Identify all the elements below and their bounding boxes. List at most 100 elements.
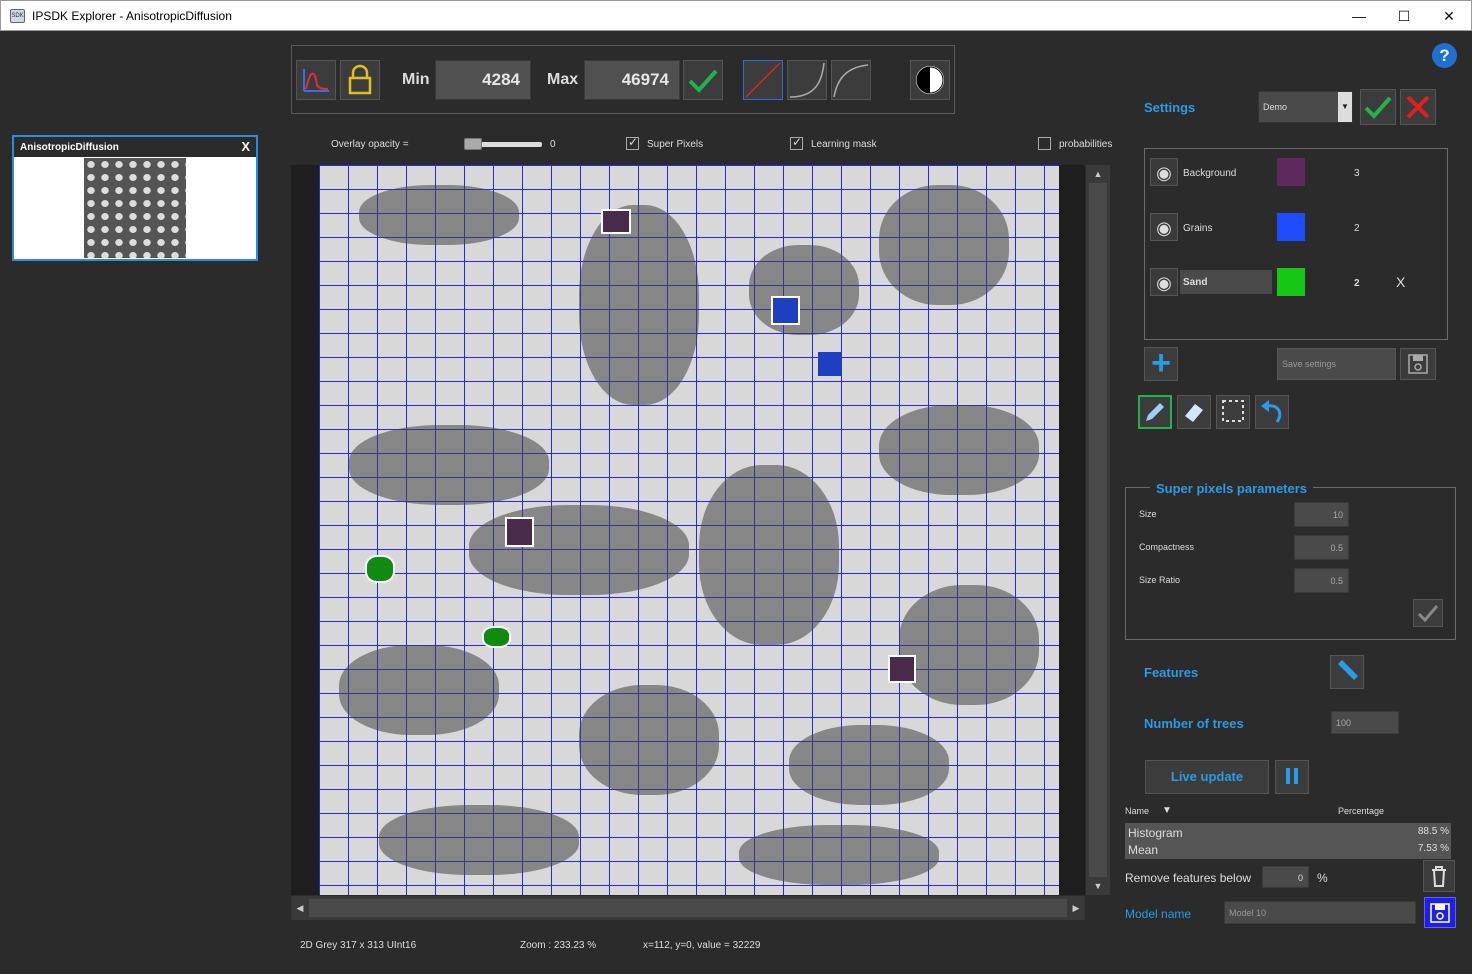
class-color-swatch[interactable] [1277,158,1305,186]
linear-curve-button[interactable] [743,60,783,100]
live-update-button[interactable]: Live update [1145,760,1269,794]
log-curve-button[interactable] [831,60,871,100]
check-icon [688,69,718,93]
eye-icon[interactable]: ◉ [1150,213,1178,241]
model-name-label: Model name [1125,907,1192,921]
settings-preset-value: Demo [1263,102,1288,112]
image-info: 2D Grey 317 x 313 UInt16 [300,940,417,951]
overlay-opacity-label: Overlay opacity = [331,139,409,150]
max-label: Max [547,71,579,88]
selection-icon [1222,400,1244,422]
scroll-right-arrow[interactable]: ▶ [1069,901,1083,915]
image-thumbnail[interactable]: AnisotropicDiffusion X [12,135,258,261]
invert-button[interactable] [910,60,950,100]
lock-button[interactable] [340,60,380,100]
maximize-button[interactable]: ☐ [1381,1,1427,31]
save-settings-button[interactable] [1400,348,1436,380]
scroll-down-arrow[interactable]: ▼ [1091,879,1105,893]
probabilities-checkbox[interactable] [1038,137,1051,150]
contrast-icon [916,66,944,94]
close-window-button[interactable]: ✕ [1426,1,1472,31]
superpixels-title: Super pixels parameters [1150,481,1314,496]
save-icon [1430,903,1450,923]
settings-apply-button[interactable] [1360,89,1396,125]
scroll-up-arrow[interactable]: ▲ [1091,167,1105,181]
pencil-tool-button[interactable] [1138,395,1172,429]
compactness-field[interactable]: 0.5 [1294,535,1349,560]
superpixel-image[interactable] [319,165,1059,895]
exp-curve-icon [789,62,825,98]
vertical-scrollbar[interactable]: ▲ ▼ [1086,165,1110,895]
minimize-button[interactable]: — [1336,1,1382,31]
save-icon [1408,354,1428,374]
eraser-tool-button[interactable] [1177,395,1211,429]
log-curve-icon [833,64,869,98]
background-mark [888,655,916,683]
class-count: 3 [1354,168,1360,179]
super-pixels-checkbox[interactable] [626,135,639,150]
min-field[interactable]: 4284 [435,60,531,100]
save-model-button[interactable] [1424,897,1456,928]
size-label: Size [1139,509,1157,519]
size-ratio-field[interactable]: 0.5 [1294,568,1349,593]
settings-label: Settings [1144,100,1196,115]
brush-icon [1338,660,1358,680]
settings-preset-select[interactable]: Demo ▼ [1258,91,1353,123]
add-class-button[interactable]: + [1144,344,1178,382]
delete-class-button[interactable]: X [1396,274,1405,290]
pause-icon [1286,768,1298,784]
help-icon[interactable]: ? [1432,43,1457,68]
horizontal-scrollbar[interactable]: ◀ ▶ [291,896,1085,920]
probabilities-label: probabilities [1059,139,1113,150]
trees-field[interactable]: 100 [1331,711,1399,734]
pause-button[interactable] [1275,760,1309,794]
eye-icon[interactable]: ◉ [1150,268,1178,296]
size-field[interactable]: 10 [1294,502,1349,527]
plus-icon: + [1151,344,1171,382]
background-mark [601,209,631,234]
list-item-pct: 88.5 % [1417,826,1449,837]
class-name: Grains [1183,223,1213,234]
chevron-down-icon[interactable]: ▼ [1338,92,1352,122]
histogram-button[interactable] [296,60,336,100]
save-settings-field[interactable]: Save settings [1277,348,1396,380]
scroll-left-arrow[interactable]: ◀ [293,901,307,915]
window-title: IPSDK Explorer - AnisotropicDiffusion [32,9,232,23]
check-icon [1364,96,1392,119]
name-column-header[interactable]: Name [1125,806,1149,816]
settings-cancel-button[interactable] [1400,89,1436,125]
background-mark [505,517,534,547]
undo-icon [1261,400,1282,423]
list-item[interactable]: Mean [1128,843,1158,857]
sort-desc-icon[interactable]: ▼ [1162,805,1172,816]
superpixels-apply-button[interactable] [1413,599,1443,627]
slider-handle[interactable] [464,138,482,150]
remove-below-label: Remove features below [1125,871,1252,885]
learning-mask-checkbox[interactable] [790,135,803,150]
eraser-icon [1185,404,1203,422]
cursor-readout: x=112, y=0, value = 32229 [643,940,761,951]
exp-curve-button[interactable] [787,60,827,100]
app-icon: SDK [10,9,25,23]
display-toolbar: Min 4284 Max 46974 [291,45,955,114]
undo-button[interactable] [1255,395,1289,429]
select-tool-button[interactable] [1216,395,1250,429]
class-color-swatch[interactable] [1277,213,1305,241]
max-field[interactable]: 46974 [584,60,680,100]
superpixels-panel [1125,487,1456,640]
class-color-swatch[interactable] [1277,268,1305,296]
eye-icon[interactable]: ◉ [1150,158,1178,186]
min-label: Min [402,71,430,88]
class-name-field[interactable]: Sand [1180,270,1272,294]
features-edit-button[interactable] [1330,655,1364,689]
delete-features-button[interactable] [1423,860,1455,892]
percentage-column-header[interactable]: Percentage [1338,806,1384,816]
apply-range-button[interactable] [683,60,723,100]
list-item-pct: 7.53 % [1417,843,1449,854]
thumbnail-close-button[interactable]: X [241,139,250,154]
remove-below-field[interactable]: 0 [1262,866,1309,888]
list-item[interactable]: Histogram [1128,826,1183,840]
model-name-field[interactable]: Model 10 [1224,901,1416,924]
size-ratio-label: Size Ratio [1139,575,1181,585]
thumbnail-image [84,158,186,258]
